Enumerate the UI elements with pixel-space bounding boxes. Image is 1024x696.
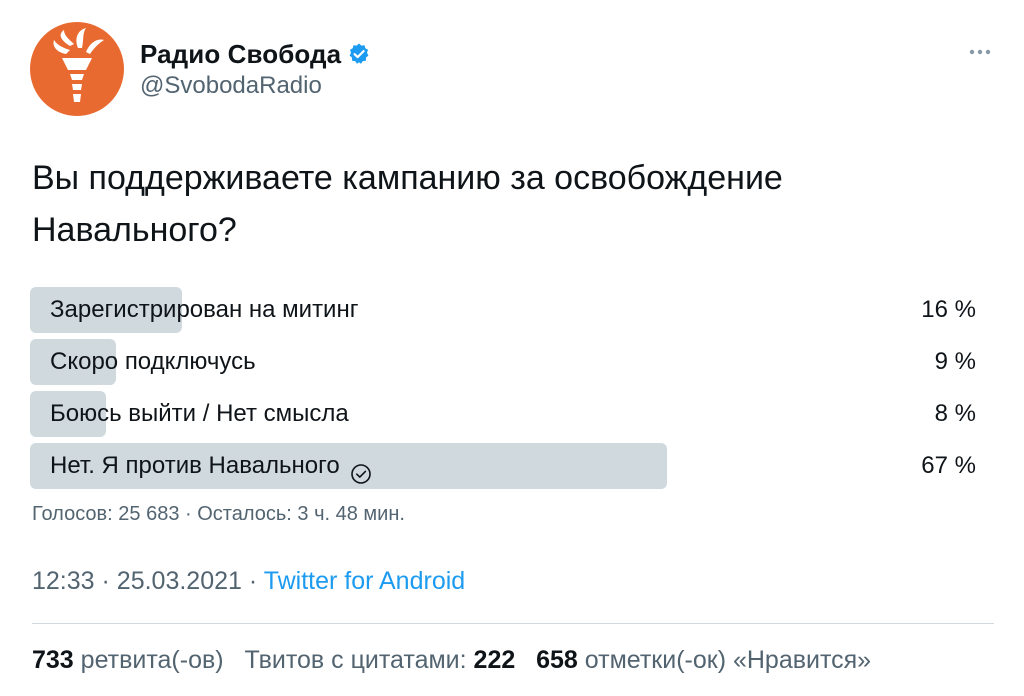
tweet-text-line: Навального? xyxy=(32,211,237,249)
torch-logo-icon xyxy=(53,28,104,102)
poll-option-label: Зарегистрирован на митинг xyxy=(50,296,359,323)
poll-option-winner[interactable]: Нет. Я против Навального 67 % xyxy=(30,443,980,489)
poll-option-percent: 8 % xyxy=(934,400,976,427)
retweets-stat[interactable]: 733 ретвита(-ов) xyxy=(32,646,224,674)
poll: Зарегистрирован на митинг 16 % Скоро под… xyxy=(30,287,980,495)
author-handle[interactable]: @SvobodaRadio xyxy=(140,72,322,100)
likes-stat[interactable]: 658 отметки(-ок) «Нравится» xyxy=(536,646,871,674)
quotes-count: 222 xyxy=(473,646,516,674)
retweets-count: 733 xyxy=(32,646,74,674)
likes-label: отметки(-ок) «Нравится» xyxy=(584,646,872,674)
separator-dot: · xyxy=(248,567,264,595)
tweet-text-line: Вы поддерживаете кампанию за освобождени… xyxy=(32,159,783,197)
poll-option-label: Скоро подключусь xyxy=(50,348,256,375)
separator-dot: · xyxy=(101,567,117,595)
quotes-stat[interactable]: Твитов с цитатами: 222 xyxy=(244,646,515,674)
engagement-stats: 733 ретвита(-ов) Твитов с цитатами: 222 … xyxy=(32,646,871,675)
poll-option-percent: 67 % xyxy=(921,452,976,479)
tweet-time[interactable]: 12:33 xyxy=(32,567,95,595)
poll-option[interactable]: Боюсь выйти / Нет смысла 8 % xyxy=(30,391,980,437)
tweet-timestamp: 12:33 · 25.03.2021 · Twitter for Android xyxy=(32,567,465,596)
quotes-label: Твитов с цитатами: xyxy=(244,646,467,674)
more-options-icon[interactable] xyxy=(966,38,994,66)
poll-option-label-wrapper: Нет. Я против Навального xyxy=(50,443,372,489)
author-name-row[interactable]: Радио Свобода xyxy=(140,38,371,70)
tweet-text: Вы поддерживаете кампанию за освобождени… xyxy=(32,152,992,256)
poll-option-percent: 16 % xyxy=(921,296,976,323)
tweet-date[interactable]: 25.03.2021 xyxy=(117,567,242,595)
tweet-source-link[interactable]: Twitter for Android xyxy=(264,567,465,595)
poll-option[interactable]: Зарегистрирован на митинг 16 % xyxy=(30,287,980,333)
likes-count: 658 xyxy=(536,646,578,674)
poll-option-label: Боюсь выйти / Нет смысла xyxy=(50,400,349,427)
poll-option[interactable]: Скоро подключусь 9 % xyxy=(30,339,980,385)
check-circle-icon xyxy=(350,455,372,484)
avatar[interactable] xyxy=(30,22,124,116)
poll-option-percent: 9 % xyxy=(934,348,976,375)
poll-meta: Голосов: 25 683 · Осталось: 3 ч. 48 мин. xyxy=(32,503,405,525)
verified-badge-icon xyxy=(347,42,371,66)
display-name[interactable]: Радио Свобода xyxy=(140,39,341,70)
poll-option-label: Нет. Я против Навального xyxy=(50,452,340,479)
divider xyxy=(32,623,994,624)
retweets-label: ретвита(-ов) xyxy=(80,646,224,674)
tweet: Радио Свобода @SvobodaRadio Вы поддержив… xyxy=(0,0,1024,696)
